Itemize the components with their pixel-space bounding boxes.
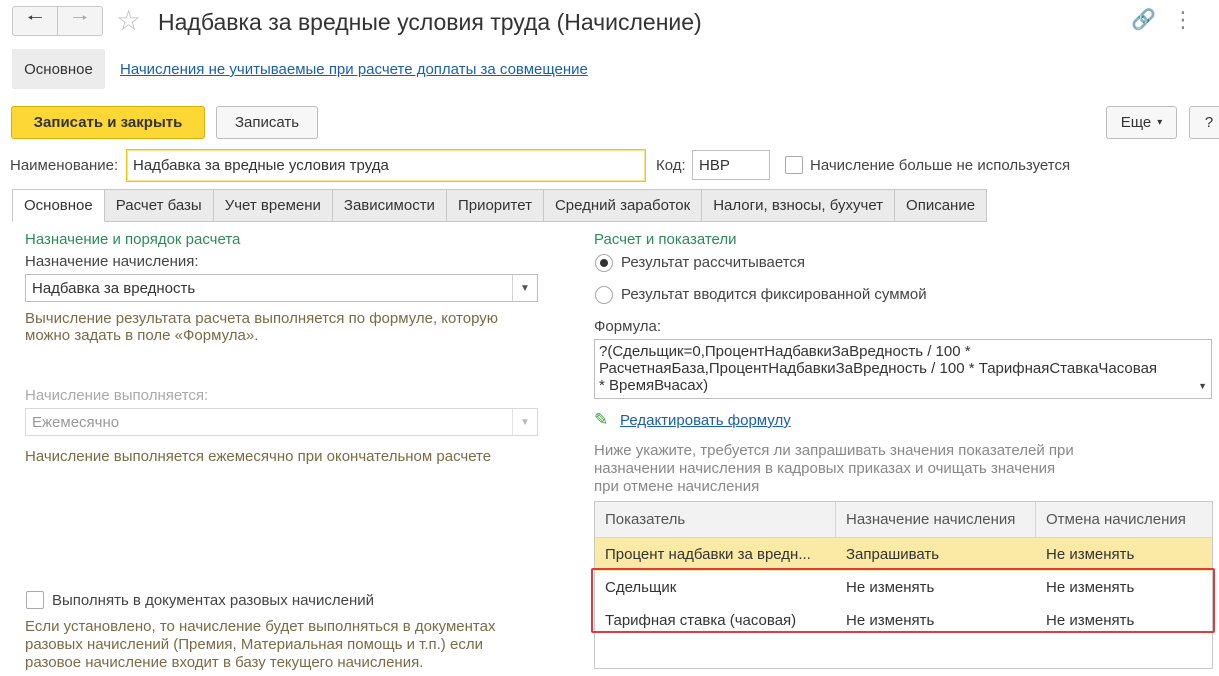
formula-line-1: ?(Сдельщик=0,ПроцентНадбавкиЗаВредность …	[599, 343, 971, 360]
subpage-main[interactable]: Основное	[12, 49, 105, 89]
column-header-indicator[interactable]: Показатель	[595, 502, 836, 537]
formula-label: Формула:	[594, 318, 662, 335]
page-title: Надбавка за вредные условия труда (Начис…	[158, 9, 702, 35]
tab-dependencies[interactable]: Зависимости	[332, 189, 447, 222]
period-hint: Начисление выполняется ежемесячно при ок…	[25, 448, 492, 465]
not-used-label: Начисление больше не используется	[810, 157, 1071, 174]
formula-line-2: РасчетнаяБаза,ПроцентНадбавкиЗаВредность…	[599, 360, 1158, 377]
one-time-label: Выполнять в документах разовых начислени…	[52, 592, 374, 609]
table-header: Показатель Назначение начисления Отмена …	[595, 502, 1212, 538]
code-input[interactable]: НВР	[692, 150, 770, 180]
table-cell: Не изменять	[1046, 546, 1135, 563]
code-label: Код:	[656, 157, 686, 174]
table-cell: Процент надбавки за вредн...	[605, 546, 811, 563]
arrow-right-icon: 🠒	[72, 8, 88, 28]
indicators-hint-line-1: Ниже укажите, требуется ли запрашивать з…	[594, 442, 1074, 459]
history-nav: 🠐 🠒	[12, 6, 103, 36]
tab-base-calc[interactable]: Расчет базы	[104, 189, 214, 222]
subpage-link-excluded-accruals[interactable]: Начисления не учитываемые при расчете до…	[120, 60, 588, 80]
purpose-label: Назначение начисления:	[25, 253, 199, 270]
chevron-down-icon: ▾	[1157, 117, 1163, 128]
tab-taxes[interactable]: Налоги, взносы, бухучет	[702, 189, 896, 222]
not-used-checkbox[interactable]	[785, 156, 803, 174]
one-time-hint-line-2: разовых начислений (Премия, Материальная…	[25, 636, 483, 653]
one-time-hint-line-3: разовое начисление входит в базу текущег…	[25, 654, 424, 671]
indicators-hint-line-3: при отмене начисления	[594, 478, 760, 495]
help-button[interactable]: ?	[1189, 106, 1219, 139]
period-select: Ежемесячно ▼	[25, 408, 538, 436]
one-time-checkbox[interactable]	[26, 591, 44, 609]
formula-textarea[interactable]: ?(Сдельщик=0,ПроцентНадбавкиЗаВредность …	[594, 339, 1212, 399]
dropdown-arrow-icon: ▼	[512, 409, 537, 435]
scroll-down-icon[interactable]: ▼	[1198, 378, 1207, 395]
tab-average-earnings[interactable]: Средний заработок	[543, 189, 703, 222]
tab-main[interactable]: Основное	[12, 189, 105, 222]
tab-priority[interactable]: Приоритет	[446, 189, 544, 222]
forward-button[interactable]: 🠒	[57, 7, 102, 35]
link-icon[interactable]: 🔗	[1131, 8, 1156, 32]
column-header-cancellation[interactable]: Отмена начисления	[1036, 502, 1212, 537]
dropdown-arrow-icon[interactable]: ▼	[512, 275, 537, 301]
save-and-close-button[interactable]: Записать и закрыть	[11, 106, 205, 139]
indicators-hint-line-2: назначении начисления в кадровых приказа…	[594, 460, 1056, 477]
tab-time-tracking[interactable]: Учет времени	[213, 189, 333, 222]
radio-calculated[interactable]	[595, 254, 613, 272]
more-button[interactable]: Еще ▾	[1106, 106, 1177, 139]
formula-line-3: * ВремяВчасах)	[599, 377, 709, 394]
section-title-purpose: Назначение и порядок расчета	[25, 231, 241, 248]
period-value: Ежемесячно	[32, 413, 120, 431]
save-button[interactable]: Записать	[216, 106, 318, 139]
one-time-hint-line-1: Если установлено, то начисление будет вы…	[25, 618, 496, 635]
kebab-menu-icon[interactable]: ⋮	[1172, 8, 1194, 32]
highlight-annotation-box	[591, 568, 1215, 633]
arrow-left-icon: 🠐	[27, 8, 43, 28]
name-input[interactable]: Надбавка за вредные условия труда	[126, 149, 646, 182]
column-header-assignment[interactable]: Назначение начисления	[836, 502, 1036, 537]
tab-description[interactable]: Описание	[895, 189, 988, 222]
name-label: Наименование:	[10, 157, 119, 174]
main-tabs: Основное Расчет базы Учет времени Зависи…	[12, 189, 988, 222]
star-icon[interactable]: ☆	[116, 6, 141, 36]
period-label: Начисление выполняется:	[25, 387, 209, 404]
section-title-calc: Расчет и показатели	[594, 231, 737, 248]
edit-formula-link[interactable]: Редактировать формулу	[620, 411, 791, 431]
back-button[interactable]: 🠐	[13, 7, 57, 35]
table-cell: Запрашивать	[846, 546, 940, 563]
purpose-hint-line-1: Вычисление результата расчета выполняетс…	[25, 310, 499, 327]
pencil-icon: ✎	[594, 410, 609, 429]
radio-calculated-label: Результат рассчитывается	[621, 254, 806, 271]
purpose-value: Надбавка за вредность	[32, 279, 196, 297]
radio-fixed-amount-label: Результат вводится фиксированной суммой	[621, 286, 927, 303]
table-row[interactable]: Процент надбавки за вредн... Запрашивать…	[595, 538, 1212, 571]
radio-selected-dot	[600, 259, 608, 267]
purpose-hint-line-2: можно задать в поле «Формула».	[25, 327, 259, 344]
purpose-select[interactable]: Надбавка за вредность ▼	[25, 274, 538, 302]
more-label: Еще	[1120, 114, 1152, 131]
radio-fixed-amount[interactable]	[595, 286, 613, 304]
